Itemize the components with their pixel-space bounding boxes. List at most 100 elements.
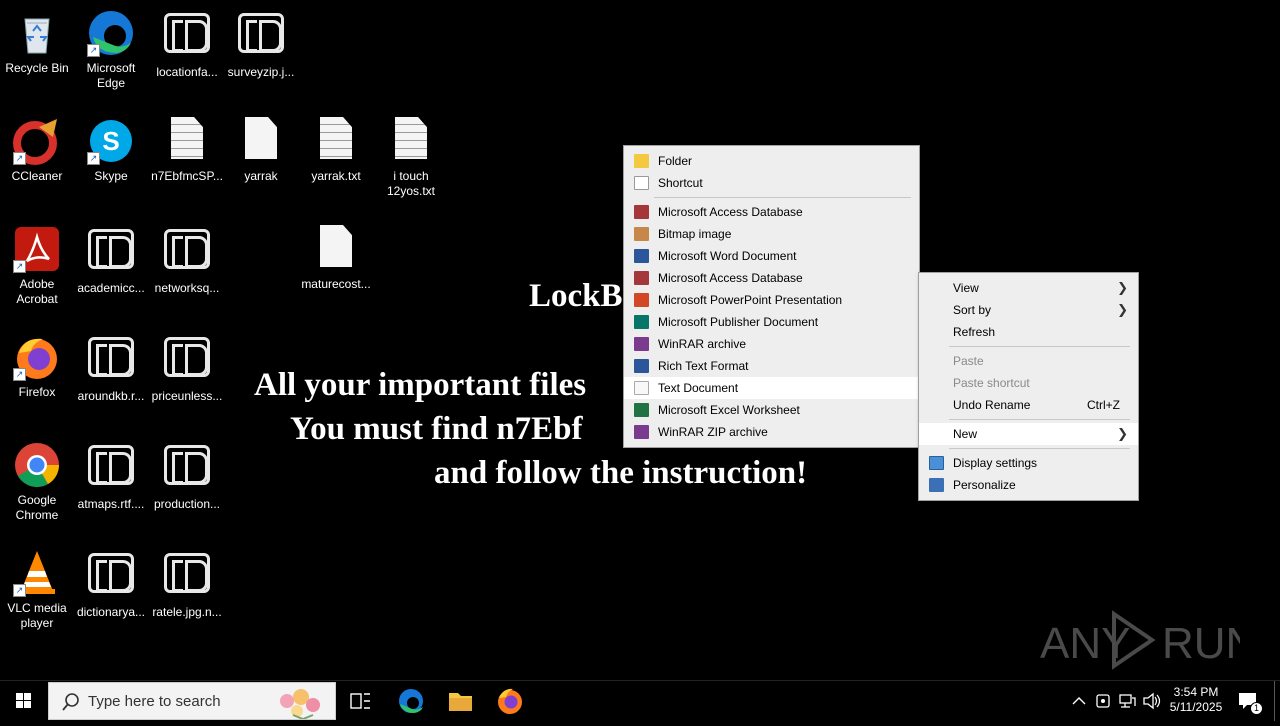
menu-item-new-powerpoint[interactable]: Microsoft PowerPoint Presentation: [624, 289, 919, 311]
display-settings-icon: [929, 456, 944, 470]
task-view-button[interactable]: [344, 681, 376, 721]
desktop-icon-file[interactable]: atmaps.rtf....: [74, 437, 148, 537]
desktop-icon-file[interactable]: priceunless...: [150, 329, 224, 429]
desktop-icon-label: academicc...: [77, 281, 145, 295]
desktop-icon-file[interactable]: ratele.jpg.n...: [150, 545, 224, 645]
desktop-icon-file[interactable]: aroundkb.r...: [74, 329, 148, 429]
menu-item-new-winrar-archive[interactable]: WinRAR archive: [624, 333, 919, 355]
ccleaner-icon: ↗: [13, 117, 61, 165]
action-center-button[interactable]: 1: [1234, 681, 1264, 721]
word-icon: [634, 249, 649, 263]
desktop-icon-file[interactable]: production...: [150, 437, 224, 537]
publisher-icon: [634, 315, 649, 329]
access-icon: [634, 205, 649, 219]
menu-item-personalize[interactable]: Personalize: [919, 474, 1138, 496]
desktop-icon-label: maturecost...: [301, 277, 371, 291]
tray-overflow-button[interactable]: [1068, 681, 1090, 721]
menu-item-new-publisher[interactable]: Microsoft Publisher Document: [624, 311, 919, 333]
taskbar-firefox-button[interactable]: [494, 681, 526, 721]
desktop-icon-file[interactable]: dictionarya...: [74, 545, 148, 645]
desktop-icon-file[interactable]: maturecost...: [299, 221, 373, 321]
menu-item-paste[interactable]: Paste: [919, 350, 1138, 372]
menu-item-new-word-document[interactable]: Microsoft Word Document: [624, 245, 919, 267]
search-icon: [62, 693, 79, 711]
menu-item-new-folder[interactable]: Folder: [624, 150, 919, 172]
desktop-icon-file[interactable]: i touch 12yos.txt: [374, 113, 448, 213]
menu-item-new-excel[interactable]: Microsoft Excel Worksheet: [624, 399, 919, 421]
ransom-note-line: You must find n7Ebf: [290, 411, 583, 447]
desktop-icon-ccleaner[interactable]: ↗ CCleaner: [0, 113, 74, 213]
desktop-icon-google-chrome[interactable]: Google Chrome: [0, 437, 74, 537]
svg-text:RUN: RUN: [1162, 619, 1240, 668]
desktop-icon-label: Skype: [94, 169, 128, 183]
desktop-icon-microsoft-edge[interactable]: ↗ Microsoft Edge: [74, 5, 148, 105]
menu-item-display-settings[interactable]: Display settings: [919, 452, 1138, 474]
shortcut-arrow-icon: ↗: [87, 44, 100, 57]
bitmap-icon: [634, 227, 649, 241]
tray-network-button[interactable]: [1116, 681, 1138, 721]
desktop-icon-file[interactable]: surveyzip.j...: [224, 5, 298, 105]
desktop-icon-skype[interactable]: S ↗ Skype: [74, 113, 148, 213]
lockbit-file-icon: [164, 445, 210, 485]
lockbit-file-icon: [164, 337, 210, 377]
menu-item-new-text-document[interactable]: Text Document: [624, 377, 919, 399]
desktop-icon-label: surveyzip.j...: [227, 65, 295, 79]
menu-item-new-shortcut[interactable]: Shortcut: [624, 172, 919, 194]
edge-icon: [399, 689, 423, 713]
menu-item-undo-rename[interactable]: Undo Rename Ctrl+Z: [919, 394, 1138, 416]
menu-item-new-access-database[interactable]: Microsoft Access Database: [624, 201, 919, 223]
chrome-icon: [13, 441, 61, 489]
device-icon: [1096, 694, 1110, 708]
menu-item-refresh[interactable]: Refresh: [919, 321, 1138, 343]
menu-item-new-bitmap[interactable]: Bitmap image: [624, 223, 919, 245]
desktop-icon-label: priceunless...: [151, 389, 223, 403]
desktop-icon-firefox[interactable]: ↗ Firefox: [0, 329, 74, 429]
folder-icon: [449, 693, 472, 711]
menu-item-new-winrar-zip[interactable]: WinRAR ZIP archive: [624, 421, 919, 443]
notification-icon: [1239, 693, 1256, 709]
menu-item-view[interactable]: View ❯: [919, 277, 1138, 299]
desktop-icon-label: CCleaner: [11, 169, 63, 183]
taskbar-edge-button[interactable]: [394, 681, 428, 721]
desktop[interactable]: LockB All your important files You must …: [0, 0, 1280, 680]
lockbit-file-icon: [164, 229, 210, 269]
desktop-icon-file[interactable]: yarrak.txt: [299, 113, 373, 213]
menu-item-paste-shortcut[interactable]: Paste shortcut: [919, 372, 1138, 394]
desktop-icon-label: Google Chrome: [15, 493, 59, 522]
taskbar-search-box[interactable]: Type here to search: [48, 682, 336, 720]
menu-item-sort-by[interactable]: Sort by ❯: [919, 299, 1138, 321]
desktop-icon-recycle-bin[interactable]: Recycle Bin: [0, 5, 74, 105]
show-desktop-button[interactable]: [1274, 681, 1280, 721]
task-view-icon: [350, 693, 370, 709]
network-icon: [1119, 694, 1136, 708]
tray-volume-button[interactable]: [1140, 681, 1162, 721]
desktop-icon-file[interactable]: academicc...: [74, 221, 148, 321]
winrar-zip-icon: [634, 425, 649, 439]
desktop-icon-label: yarrak.txt: [311, 169, 361, 183]
chevron-right-icon: ❯: [1117, 426, 1128, 441]
powerpoint-icon: [634, 293, 649, 307]
desktop-icon-adobe-acrobat[interactable]: ↗ Adobe Acrobat: [0, 221, 74, 321]
tray-clock[interactable]: 3:54 PM 5/11/2025: [1164, 681, 1228, 721]
taskbar-file-explorer-button[interactable]: [444, 681, 476, 721]
access-icon: [634, 271, 649, 285]
menu-item-new-access-database[interactable]: Microsoft Access Database: [624, 267, 919, 289]
recycle-bin-icon: [13, 9, 61, 57]
start-button[interactable]: [0, 681, 48, 721]
clock-date: 5/11/2025: [1169, 700, 1223, 714]
tray-device-button[interactable]: [1092, 681, 1114, 721]
menu-item-new[interactable]: New ❯: [919, 423, 1138, 445]
desktop-icon-file[interactable]: networksq...: [150, 221, 224, 321]
desktop-icon-vlc[interactable]: ↗ VLC media player: [0, 545, 74, 645]
desktop-icon-file[interactable]: yarrak: [224, 113, 298, 213]
menu-item-new-rich-text[interactable]: Rich Text Format: [624, 355, 919, 377]
lockbit-file-icon: [238, 13, 284, 53]
menu-separator: [654, 197, 911, 198]
desktop-icon-label: Recycle Bin: [5, 61, 69, 75]
lockbit-file-icon: [88, 553, 134, 593]
desktop-icon-file[interactable]: n7EbfmcSP...: [150, 113, 224, 213]
desktop-icon-file[interactable]: locationfa...: [150, 5, 224, 105]
blank-file-icon: [320, 225, 352, 267]
text-file-icon: [171, 117, 203, 159]
menu-separator: [949, 448, 1130, 449]
